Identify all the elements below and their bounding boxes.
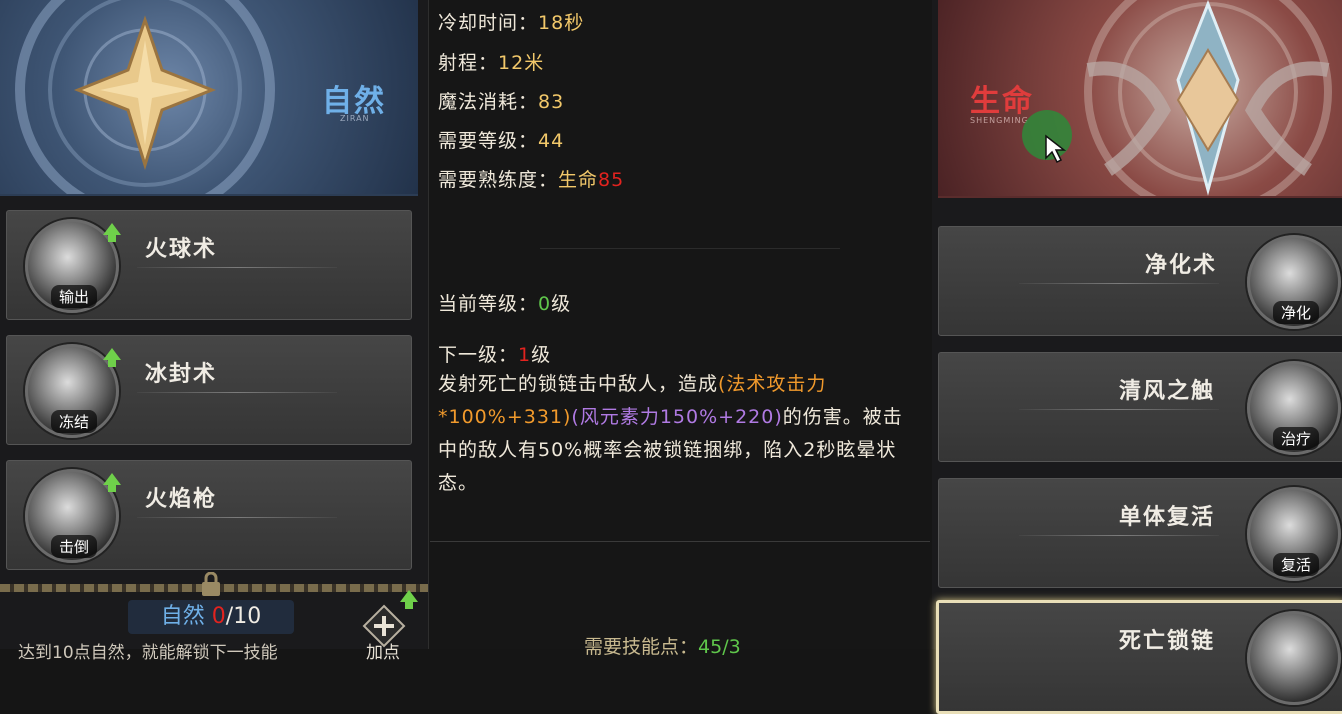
skill-card-breeze-touch[interactable]: 清风之触 治疗 [938,352,1342,462]
range-label: 射程： [438,52,499,74]
school-points-counter: 自然 0/10 [128,600,294,634]
skill-name: 火焰枪 [145,487,218,512]
mana-label: 魔法消耗： [438,91,539,113]
range-row: 射程：12米 [438,48,544,75]
mastery-requirement-row: 需要熟练度：生命85 [438,165,624,192]
add-point-label: 加点 [366,643,400,663]
current-level-row: 当前等级：0级 [438,289,571,316]
skill-tag: 治疗 [1273,427,1320,450]
cooldown-value: 18秒 [538,12,585,34]
skill-points-requirement: 需要技能点：45/3 [584,632,741,659]
upgrade-arrow-icon [400,590,418,609]
desc-formula-wind: (风元素力150%+220) [571,406,783,428]
mana-value: 83 [538,91,565,113]
mastery-label: 需要熟练度： [438,169,559,191]
divider [1019,409,1219,410]
skill-name: 火球术 [145,237,218,262]
skill-card-death-chain-selected[interactable]: 死亡锁链 [936,600,1342,714]
range-value: 12米 [498,52,545,74]
level-requirement-value: 44 [538,130,565,152]
current-level-unit: 级 [551,293,572,315]
skill-name: 死亡锁链 [1119,629,1216,654]
divider [1019,535,1219,536]
upgrade-arrow-icon [103,473,121,492]
divider [137,517,337,518]
skill-name: 单体复活 [1119,505,1216,530]
skill-card-flame-lance[interactable]: 击倒 火焰枪 [6,460,412,570]
life-school-banner[interactable]: 生命 SHENGMING [938,0,1342,198]
divider [1019,283,1219,284]
level-requirement-label: 需要等级： [438,130,539,152]
next-level-unit: 级 [531,344,552,366]
life-school-title: 生命 [970,84,1034,119]
skill-card-single-revive[interactable]: 单体复活 复活 [938,478,1342,588]
points-school: 自然 [160,604,205,629]
nature-school-banner[interactable]: 自然 ZIRAN [0,0,418,196]
upgrade-arrow-icon [103,348,121,367]
skill-name: 清风之触 [1119,379,1216,404]
current-level-label: 当前等级： [438,293,539,315]
desc-text-a: 发射死亡的锁链击中敌人，造成 [438,373,719,395]
skill-card-fireball[interactable]: 输出 火球术 [6,210,412,320]
unlock-hint: 达到10点自然，就能解锁下一技能 [18,643,278,663]
divider [540,248,840,249]
skill-name: 冰封术 [145,362,218,387]
cooldown-label: 冷却时间： [438,12,539,34]
death-chain-skill-icon [1247,611,1341,705]
skill-tag: 冻结 [51,410,98,433]
skill-tag: 复活 [1273,553,1320,576]
upgrade-arrow-icon [103,223,121,242]
next-level-label: 下一级： [438,344,519,366]
skill-card-frost[interactable]: 冻结 冰封术 [6,335,412,445]
next-level-value: 1 [518,344,532,366]
mastery-value: 85 [598,169,625,191]
mouse-cursor-icon [1045,134,1066,164]
skill-card-purify[interactable]: 净化术 净化 [938,226,1342,336]
mastery-school: 生命 [558,169,599,191]
skill-points-value: 45/3 [698,636,741,658]
skill-tag: 输出 [51,285,98,308]
points-current: 0 [211,604,226,629]
lock-icon [202,572,220,596]
divider [137,392,337,393]
mana-row: 魔法消耗：83 [438,87,564,114]
current-level-value: 0 [538,293,552,315]
skill-name: 净化术 [1145,253,1218,278]
skill-description: 发射死亡的锁链击中敌人，造成(法术攻击力*100%+331)(风元素力150%+… [438,368,918,500]
skill-tag: 净化 [1273,301,1320,324]
points-max: /10 [225,604,262,629]
next-level-row: 下一级：1级 [438,340,551,367]
nature-school-subtitle: ZIRAN [340,114,370,123]
skill-points-label: 需要技能点： [584,636,699,658]
cooldown-row: 冷却时间：18秒 [438,8,584,35]
level-requirement-row: 需要等级：44 [438,126,564,153]
life-school-subtitle: SHENGMING [970,116,1029,125]
divider [137,267,337,268]
divider [430,541,930,542]
skill-tag: 击倒 [51,535,98,558]
